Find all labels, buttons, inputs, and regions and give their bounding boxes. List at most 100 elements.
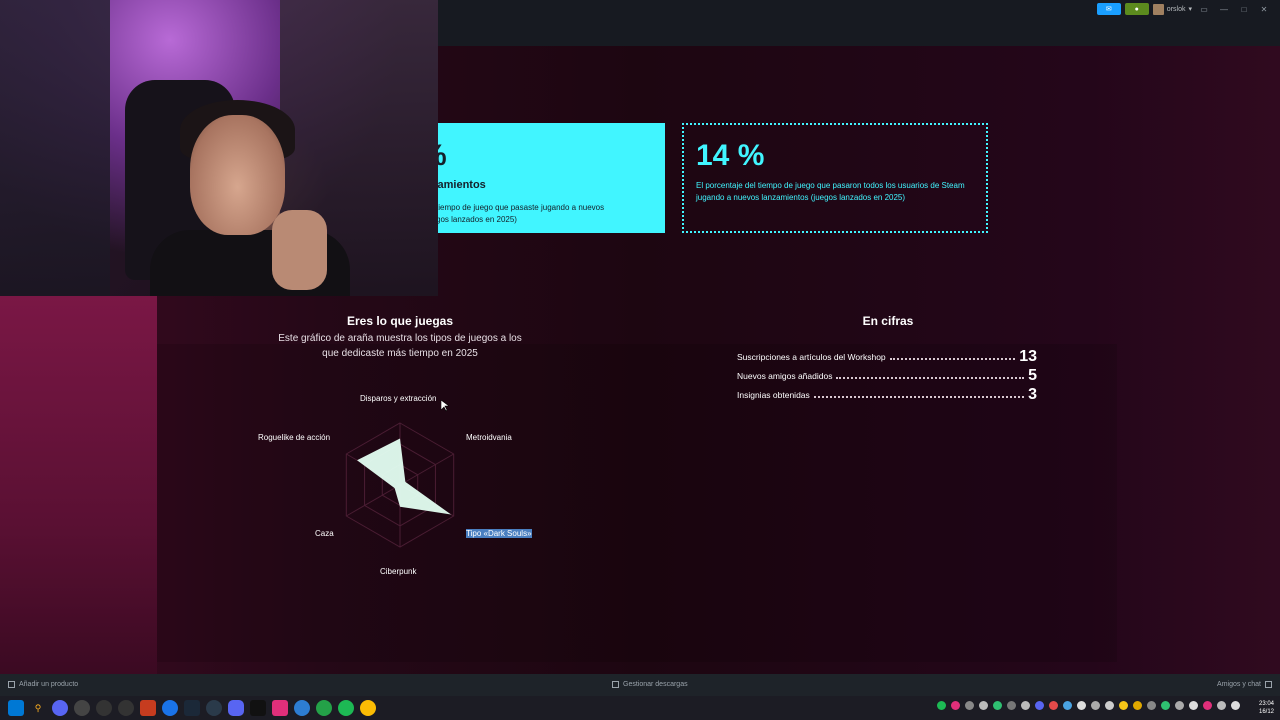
spotify-icon[interactable] bbox=[338, 700, 354, 716]
tray-app-icon[interactable] bbox=[1119, 701, 1128, 710]
system-tray bbox=[937, 701, 1240, 710]
cifra-label: Insignias obtenidas bbox=[737, 390, 810, 400]
volume-icon[interactable] bbox=[1231, 701, 1240, 710]
windows-taskbar: ⚲ 23:04 16/12 bbox=[0, 696, 1280, 720]
friends-chat-label: Amigos y chat bbox=[1217, 681, 1261, 688]
tray-app-icon[interactable] bbox=[1147, 701, 1156, 710]
axis-label-cyberpunk: Ciberpunk bbox=[380, 567, 417, 576]
axis-label-shooter: Disparos y extracción bbox=[360, 394, 437, 403]
clock-time: 23:04 bbox=[1258, 701, 1274, 707]
megaphone-icon: ✉ bbox=[1105, 6, 1112, 13]
axis-label-souls: Tipo «Dark Souls» bbox=[466, 529, 532, 538]
tray-app-icon[interactable] bbox=[979, 701, 988, 710]
app-blue-icon[interactable] bbox=[162, 700, 178, 716]
tray-app-icon[interactable] bbox=[1203, 701, 1212, 710]
discord-icon[interactable] bbox=[228, 700, 244, 716]
dotted-leader bbox=[889, 358, 1016, 360]
tray-app-icon[interactable] bbox=[1077, 701, 1086, 710]
tray-app-icon[interactable] bbox=[1021, 701, 1030, 710]
cifra-label: Suscripciones a artículos del Workshop bbox=[737, 352, 886, 362]
add-product-label: Añadir un producto bbox=[19, 681, 79, 688]
close-icon[interactable]: ✕ bbox=[1256, 5, 1272, 14]
cifra-value: 5 bbox=[1028, 367, 1037, 384]
manage-downloads-button[interactable]: Gestionar descargas bbox=[612, 681, 688, 688]
tray-app-icon[interactable] bbox=[965, 701, 974, 710]
friends-chat-button[interactable]: Amigos y chat bbox=[1217, 681, 1272, 688]
cifra-label: Nuevos amigos añadidos bbox=[737, 371, 833, 381]
notifications-button[interactable]: ● bbox=[1124, 3, 1149, 15]
spider-title: Eres lo que juegas bbox=[346, 314, 454, 328]
axis-label-souls-text: Tipo «Dark Souls» bbox=[466, 529, 532, 538]
minimize-icon[interactable]: — bbox=[1216, 5, 1232, 14]
app-dots-icon[interactable] bbox=[118, 700, 134, 716]
app-v-icon[interactable] bbox=[52, 700, 68, 716]
tray-app-icon[interactable] bbox=[993, 701, 1002, 710]
avatar bbox=[1152, 3, 1164, 15]
webcam-overlay bbox=[0, 0, 438, 296]
spider-shape bbox=[357, 438, 452, 515]
mouse-cursor-icon bbox=[441, 400, 449, 412]
axis-label-hunting: Caza bbox=[315, 529, 334, 538]
global-percent: 14 % bbox=[696, 139, 765, 172]
app-c-icon[interactable] bbox=[294, 700, 310, 716]
chevron-down-icon: ▾ bbox=[1188, 6, 1192, 13]
plus-icon bbox=[8, 681, 15, 688]
tray-app-icon[interactable] bbox=[1161, 701, 1170, 710]
tray-app-icon[interactable] bbox=[1133, 701, 1142, 710]
steam-statusbar: Añadir un producto Gestionar descargas A… bbox=[0, 674, 1280, 696]
app-arrow-icon[interactable] bbox=[96, 700, 112, 716]
app-circle-icon[interactable] bbox=[74, 700, 90, 716]
network-icon[interactable] bbox=[1217, 701, 1226, 710]
tray-app-icon[interactable] bbox=[1091, 701, 1100, 710]
tiktok-icon[interactable] bbox=[250, 700, 266, 716]
tray-app-icon[interactable] bbox=[951, 701, 960, 710]
app-pink-icon[interactable] bbox=[272, 700, 288, 716]
chat-icon bbox=[1265, 681, 1272, 688]
tray-app-icon[interactable] bbox=[1105, 701, 1114, 710]
dotted-leader bbox=[813, 396, 1025, 398]
topbar-controls: ✉ ● orslok ▾ ▭ — □ ✕ bbox=[1096, 3, 1272, 15]
maximize-icon[interactable]: □ bbox=[1236, 5, 1252, 14]
bell-icon: ● bbox=[1134, 5, 1139, 13]
tray-app-icon[interactable] bbox=[1063, 701, 1072, 710]
announcements-button[interactable]: ✉ bbox=[1096, 3, 1121, 15]
taskbar-apps: ⚲ bbox=[8, 700, 376, 716]
axis-label-roguelike: Roguelike de acción bbox=[258, 433, 331, 442]
user-menu[interactable]: orslok ▾ bbox=[1152, 3, 1192, 15]
new-releases-personal-card: % zamientos tiempo de juego que pasaste … bbox=[438, 123, 665, 233]
card-description: tiempo de juego que pasaste jugando a nu… bbox=[438, 203, 605, 224]
new-releases-global-card: 14 % El porcentaje del tiempo de juego q… bbox=[682, 123, 988, 233]
search-icon[interactable]: ⚲ bbox=[30, 700, 46, 716]
manage-downloads-label: Gestionar descargas bbox=[623, 681, 688, 688]
cifra-row: Suscripciones a artículos del Workshop 1… bbox=[737, 348, 1037, 366]
app-red-icon[interactable] bbox=[140, 700, 156, 716]
download-icon bbox=[612, 681, 619, 688]
tray-app-icon[interactable] bbox=[1189, 701, 1198, 710]
streamer-face bbox=[190, 115, 285, 235]
monitor-icon[interactable]: ▭ bbox=[1196, 5, 1212, 14]
dotted-leader bbox=[836, 377, 1025, 379]
spider-chart bbox=[345, 422, 455, 548]
app-globe-icon[interactable] bbox=[206, 700, 222, 716]
cifras-title: En cifras bbox=[862, 314, 914, 328]
tray-app-icon[interactable] bbox=[1049, 701, 1058, 710]
streamer-hand bbox=[272, 210, 327, 290]
card-subtitle: zamientos bbox=[438, 179, 486, 191]
background-glow bbox=[0, 296, 157, 674]
clock-date: 16/12 bbox=[1258, 709, 1274, 715]
chrome-icon[interactable] bbox=[360, 700, 376, 716]
username: orslok bbox=[1166, 5, 1186, 13]
shelf-left bbox=[0, 0, 110, 296]
spider-description: Este gráfico de araña muestra los tipos … bbox=[278, 333, 522, 359]
tray-spotify-icon[interactable] bbox=[937, 701, 946, 710]
tray-app-icon[interactable] bbox=[1035, 701, 1044, 710]
cifra-value: 3 bbox=[1028, 386, 1037, 403]
add-product-button[interactable]: Añadir un producto bbox=[8, 681, 78, 688]
cifra-row: Insignias obtenidas 3 bbox=[737, 386, 1037, 404]
tray-app-icon[interactable] bbox=[1175, 701, 1184, 710]
taskbar-clock[interactable]: 23:04 16/12 bbox=[1259, 700, 1274, 716]
steam-icon[interactable] bbox=[184, 700, 200, 716]
app-green-icon[interactable] bbox=[316, 700, 332, 716]
windows-start-icon[interactable] bbox=[8, 700, 24, 716]
tray-app-icon[interactable] bbox=[1007, 701, 1016, 710]
